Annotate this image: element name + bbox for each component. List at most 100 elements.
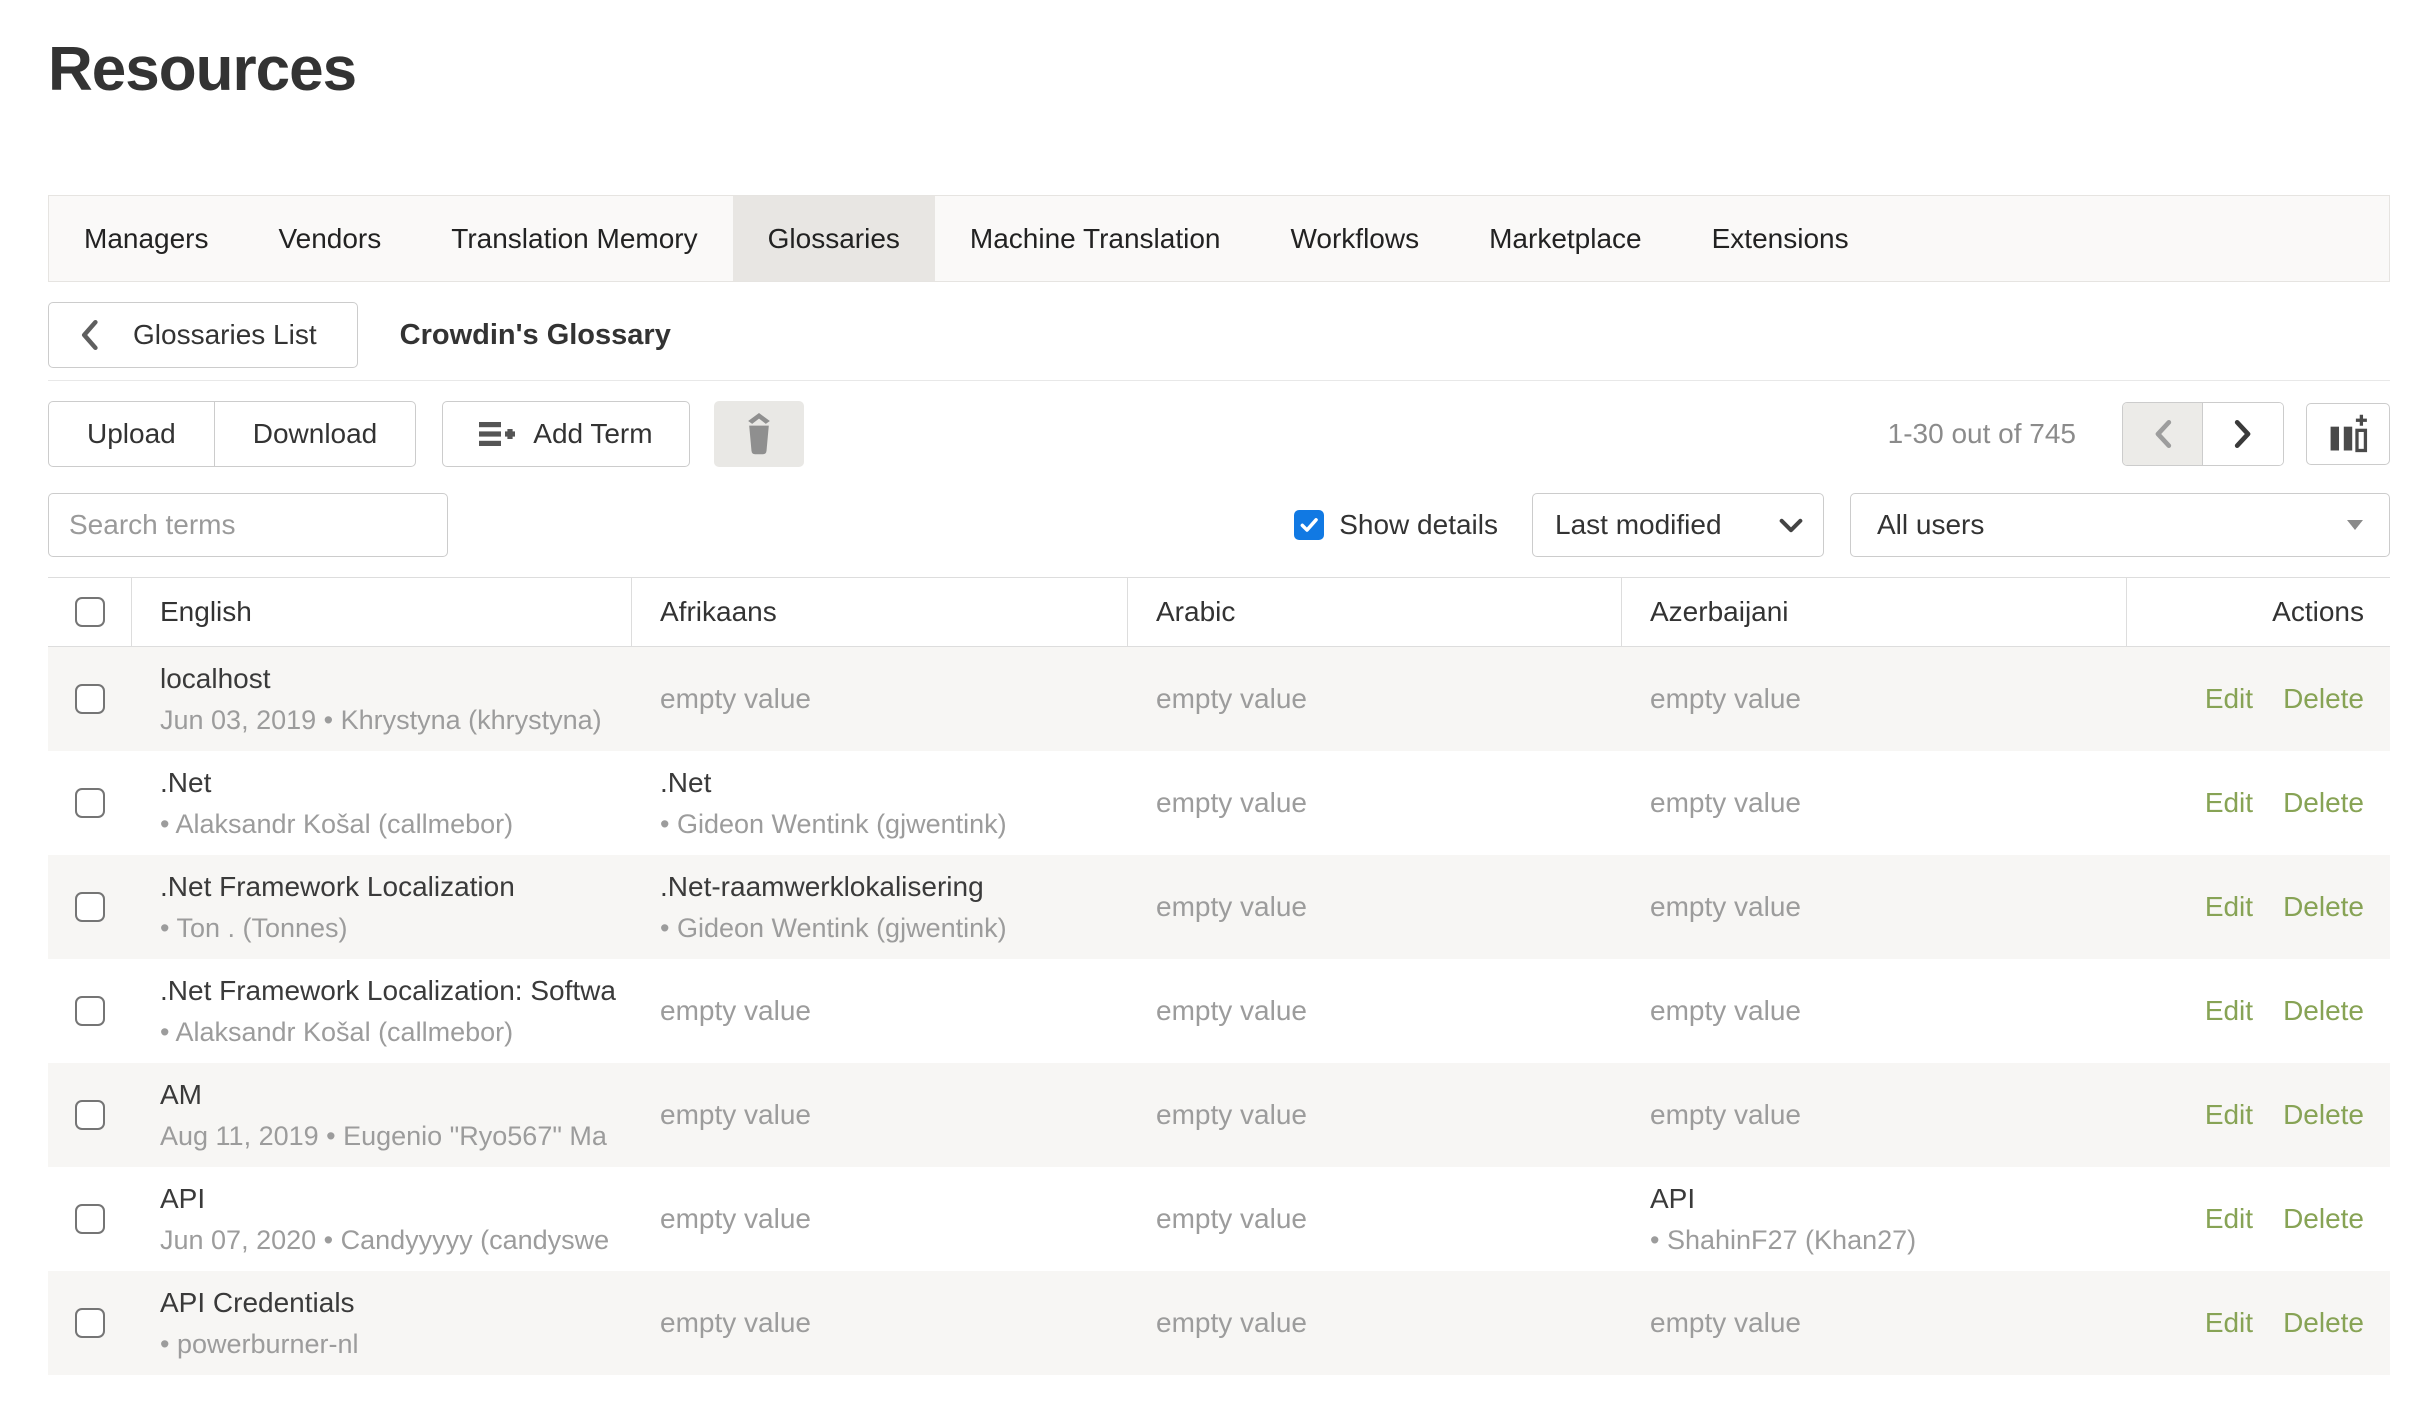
- next-page-button[interactable]: [2203, 403, 2283, 465]
- upload-button[interactable]: Upload: [49, 402, 214, 466]
- cell-actions: Edit Delete: [2127, 855, 2390, 959]
- table-row: AM Aug 11, 2019 • Eugenio "Ryo567" Ma em…: [48, 1063, 2390, 1167]
- delete-link[interactable]: Delete: [2283, 1203, 2364, 1235]
- cell-arabic: empty value: [1128, 647, 1622, 751]
- empty-value-text: empty value: [660, 995, 1106, 1027]
- edit-link[interactable]: Edit: [2205, 1099, 2253, 1131]
- cell-afrikaans: empty value: [632, 959, 1128, 1063]
- tab-translation-memory[interactable]: Translation Memory: [416, 196, 732, 281]
- cell-azerbaijani: empty value: [1622, 751, 2127, 855]
- search-input[interactable]: [48, 493, 448, 557]
- delete-link[interactable]: Delete: [2283, 1307, 2364, 1339]
- users-filter-value: All users: [1877, 509, 1984, 541]
- cell-azerbaijani: empty value: [1622, 1271, 2127, 1375]
- table-row: .Net Framework Localization: Softwa • Al…: [48, 959, 2390, 1063]
- filter-right: Show details Last modified All users: [1294, 493, 2390, 557]
- cell-arabic: empty value: [1128, 959, 1622, 1063]
- empty-value-text: empty value: [660, 1307, 1106, 1339]
- cell-afrikaans: .Net-raamwerklokalisering • Gideon Wenti…: [632, 855, 1128, 959]
- cell-actions: Edit Delete: [2127, 1167, 2390, 1271]
- delete-link[interactable]: Delete: [2283, 683, 2364, 715]
- column-header-english: English: [132, 578, 632, 646]
- show-details-checkbox[interactable]: [1294, 510, 1324, 540]
- empty-value-text: empty value: [660, 1203, 1106, 1235]
- tab-vendors[interactable]: Vendors: [244, 196, 417, 281]
- cell-afrikaans: empty value: [632, 1063, 1128, 1167]
- divider: [48, 380, 2390, 381]
- table-row: .Net Framework Localization • Ton . (Ton…: [48, 855, 2390, 959]
- table-row: API Jun 07, 2020 • Candyyyyy (candyswe e…: [48, 1167, 2390, 1271]
- cell-arabic: empty value: [1128, 1063, 1622, 1167]
- glossary-title: Crowdin's Glossary: [400, 319, 671, 352]
- empty-value-text: empty value: [1156, 995, 1600, 1027]
- edit-link[interactable]: Edit: [2205, 891, 2253, 923]
- back-button-label: Glossaries List: [133, 319, 317, 351]
- users-filter-dropdown[interactable]: All users: [1850, 493, 2390, 557]
- column-header-azerbaijani: Azerbaijani: [1622, 578, 2127, 646]
- cell-afrikaans: .Net • Gideon Wentink (gjwentink): [632, 751, 1128, 855]
- row-checkbox[interactable]: [75, 684, 105, 714]
- cell-azerbaijani: empty value: [1622, 959, 2127, 1063]
- term-meta: • Ton . (Tonnes): [160, 913, 610, 944]
- edit-link[interactable]: Edit: [2205, 1307, 2253, 1339]
- empty-value-text: empty value: [1650, 995, 2105, 1027]
- tab-machine-translation[interactable]: Machine Translation: [935, 196, 1256, 281]
- tab-glossaries[interactable]: Glossaries: [733, 196, 935, 281]
- edit-link[interactable]: Edit: [2205, 995, 2253, 1027]
- table-header-row: English Afrikaans Arabic Azerbaijani Act…: [48, 577, 2390, 647]
- delete-link[interactable]: Delete: [2283, 995, 2364, 1027]
- row-checkbox[interactable]: [75, 1204, 105, 1234]
- row-checkbox[interactable]: [75, 788, 105, 818]
- term-meta: • Alaksandr Košal (callmebor): [160, 1017, 610, 1048]
- tab-marketplace[interactable]: Marketplace: [1454, 196, 1677, 281]
- cell-arabic: empty value: [1128, 1271, 1622, 1375]
- cell-afrikaans: empty value: [632, 1167, 1128, 1271]
- add-column-button[interactable]: [2306, 403, 2390, 465]
- empty-value-text: empty value: [1156, 1203, 1600, 1235]
- caret-down-icon: [2347, 520, 2363, 530]
- delete-link[interactable]: Delete: [2283, 787, 2364, 819]
- pager: [2122, 402, 2284, 466]
- check-icon: [1299, 516, 1319, 534]
- chevron-left-icon: [79, 319, 99, 351]
- delete-link[interactable]: Delete: [2283, 891, 2364, 923]
- add-term-icon: [479, 420, 515, 448]
- tab-workflows[interactable]: Workflows: [1255, 196, 1454, 281]
- chevron-left-icon: [2152, 419, 2174, 449]
- edit-link[interactable]: Edit: [2205, 787, 2253, 819]
- tab-managers[interactable]: Managers: [49, 196, 244, 281]
- edit-link[interactable]: Edit: [2205, 683, 2253, 715]
- delete-selected-button[interactable]: [714, 401, 804, 467]
- previous-page-button[interactable]: [2123, 403, 2203, 465]
- term-text: .Net Framework Localization: [160, 871, 610, 903]
- glossaries-list-back-button[interactable]: Glossaries List: [48, 302, 358, 368]
- edit-link[interactable]: Edit: [2205, 1203, 2253, 1235]
- cell-azerbaijani: empty value: [1622, 1063, 2127, 1167]
- cell-english: API Credentials • powerburner-nl: [132, 1271, 632, 1375]
- row-checkbox[interactable]: [75, 1100, 105, 1130]
- upload-download-group: Upload Download: [48, 401, 416, 467]
- row-checkbox[interactable]: [75, 892, 105, 922]
- glossary-table: English Afrikaans Arabic Azerbaijani Act…: [48, 577, 2390, 1375]
- empty-value-text: empty value: [1650, 787, 2105, 819]
- chevron-down-icon: [1779, 518, 1803, 533]
- term-text: API: [1650, 1183, 2105, 1215]
- cell-arabic: empty value: [1128, 855, 1622, 959]
- sort-select[interactable]: Last modified: [1532, 493, 1824, 557]
- breadcrumb: Glossaries List Crowdin's Glossary: [48, 302, 2390, 368]
- term-meta: Aug 11, 2019 • Eugenio "Ryo567" Ma: [160, 1121, 610, 1152]
- cell-english: localhost Jun 03, 2019 • Khrystyna (khry…: [132, 647, 632, 751]
- download-button[interactable]: Download: [214, 402, 416, 466]
- row-checkbox[interactable]: [75, 996, 105, 1026]
- tab-extensions[interactable]: Extensions: [1677, 196, 1884, 281]
- cell-english: .Net • Alaksandr Košal (callmebor): [132, 751, 632, 855]
- term-text: localhost: [160, 663, 610, 695]
- empty-value-text: empty value: [1650, 1099, 2105, 1131]
- cell-english: API Jun 07, 2020 • Candyyyyy (candyswe: [132, 1167, 632, 1271]
- cell-azerbaijani: empty value: [1622, 855, 2127, 959]
- row-checkbox[interactable]: [75, 1308, 105, 1338]
- term-text: .Net Framework Localization: Softwa: [160, 975, 610, 1007]
- select-all-checkbox[interactable]: [75, 597, 105, 627]
- delete-link[interactable]: Delete: [2283, 1099, 2364, 1131]
- add-term-button[interactable]: Add Term: [442, 401, 689, 467]
